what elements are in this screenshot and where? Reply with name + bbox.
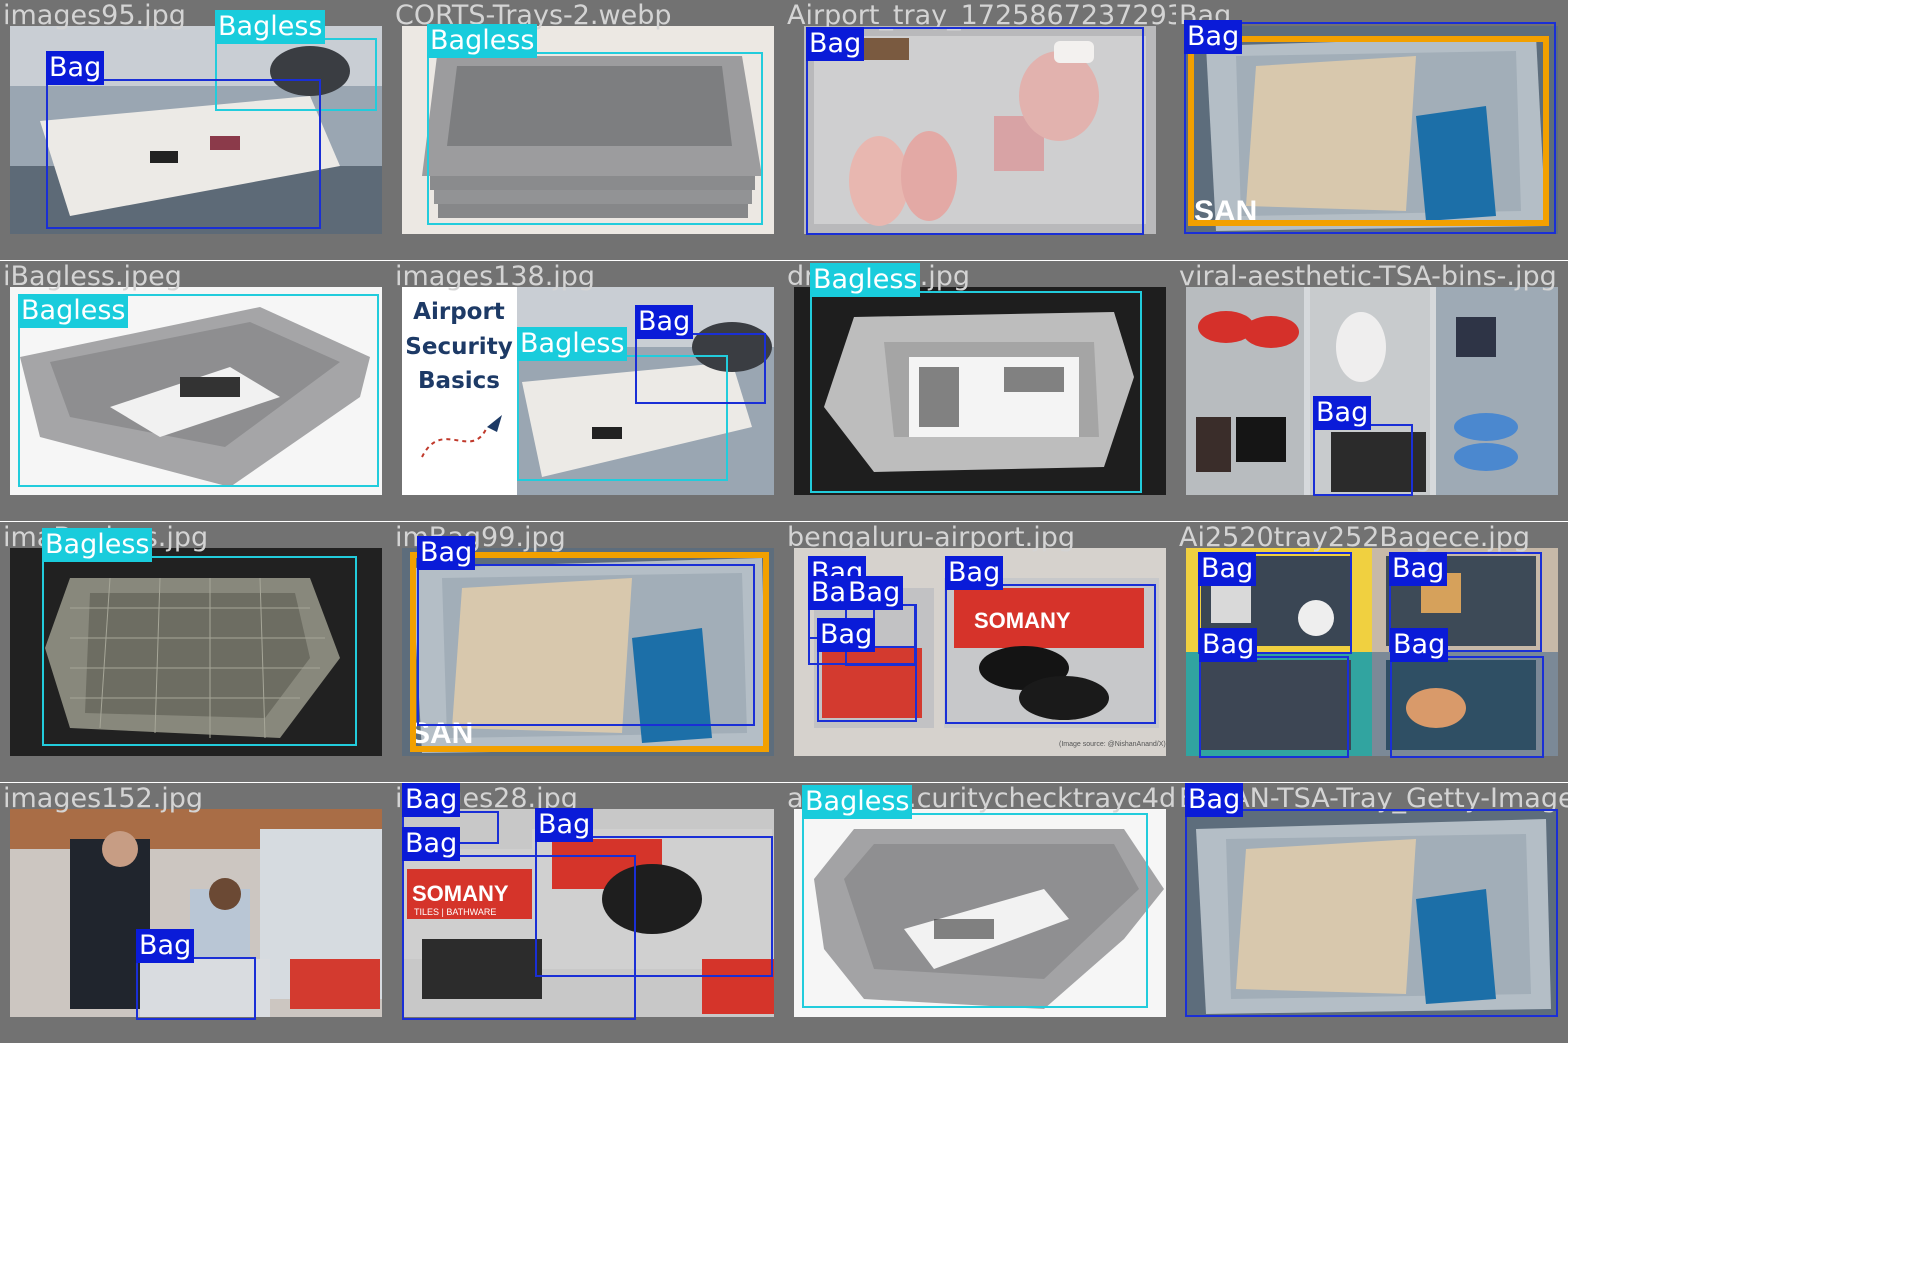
bagless-box[interactable]: Bagless	[18, 294, 379, 487]
bagless-label: Bagless	[427, 24, 538, 58]
bagless-label: Bagless	[810, 263, 921, 297]
bag-label: Bag	[46, 51, 105, 85]
bag-label: Bag	[945, 556, 1004, 590]
tile-3[interactable]: Airport_tray_1725867237293_1725867250924…	[784, 0, 1176, 260]
tile-6[interactable]: Airport Security Basics images138.jpg Ba…	[392, 261, 784, 521]
poster-line-1: Airport	[413, 299, 505, 325]
bag-box[interactable]: Bag	[945, 556, 1156, 724]
tile-15[interactable]: aBagless.curitychecktrayc4dmodel Bagless	[784, 783, 1176, 1043]
bag-box[interactable]: Bag	[1313, 396, 1413, 496]
bag-label: Bag	[817, 618, 876, 652]
bagless-label: Bagless	[42, 528, 153, 562]
tile-10[interactable]: SAN imBag99.jpg Bag	[392, 522, 784, 782]
bag-label: Bag	[1389, 552, 1448, 586]
bag-box[interactable]: Bag	[417, 536, 755, 726]
bag-label: Bag	[1390, 628, 1449, 662]
poster-line-3: Basics	[418, 368, 500, 394]
bag-label: Bag	[1184, 20, 1243, 54]
tile-8[interactable]: viral-aesthetic-TSA-bins-.jpg Bag	[1176, 261, 1568, 521]
bag-label: Bag	[402, 783, 461, 817]
bag-label: Bag	[1185, 783, 1244, 817]
poster-line-2: Security	[405, 334, 512, 360]
detection-grid: images95.jpg Bagless Bag CORTS-Trays-2.w…	[0, 0, 1920, 1280]
bag-label: Bag	[1199, 628, 1258, 662]
bag-box[interactable]: Bag	[1390, 628, 1544, 758]
bag-box[interactable]: Bag	[817, 618, 917, 722]
bag-label: Bag	[1313, 396, 1372, 430]
tile-11[interactable]: SOMANY (Image source: @NishanAnand/X) be…	[784, 522, 1176, 782]
bagless-box[interactable]: Bagless	[427, 24, 763, 225]
bag-label: Bag	[1198, 552, 1257, 586]
bag-label: Bag	[635, 305, 694, 339]
bag-box[interactable]: Bag	[635, 305, 766, 404]
bag-box[interactable]: Bag	[1185, 783, 1558, 1017]
tile-4[interactable]: SAN Bag Bag	[1176, 0, 1568, 260]
bagless-label: Bagless	[517, 327, 628, 361]
bag-box[interactable]: Bag	[806, 27, 1144, 235]
tile-1[interactable]: images95.jpg Bagless Bag	[0, 0, 392, 260]
tile-2[interactable]: CORTS-Trays-2.webp Bagless	[392, 0, 784, 260]
bag-box[interactable]: Bag	[46, 51, 321, 229]
bagless-label: Bagless	[215, 10, 326, 44]
tile-9[interactable]: imaBagless.jpg Bagless	[0, 522, 392, 782]
bag-box[interactable]: Bag	[1199, 628, 1349, 758]
bag-label: Bag	[417, 536, 476, 570]
tile-13[interactable]: images152.jpg Bag	[0, 783, 392, 1043]
bagless-box[interactable]: Bagless	[810, 263, 1142, 493]
bag-box[interactable]: Bag	[1184, 20, 1556, 234]
bagless-box[interactable]: Bagless	[42, 528, 357, 746]
tile-7[interactable]: drBagless.jpg Bagless	[784, 261, 1176, 521]
bag-label: Bag	[845, 576, 904, 610]
bag-label: Bag	[136, 929, 195, 963]
image-source-caption: (Image source: @NishanAnand/X)	[1059, 741, 1166, 748]
tile-5[interactable]: iBagless.jpeg Bagless	[0, 261, 392, 521]
tile-14[interactable]: SOMANY TILES | BATHWARE images28.jpg Bag…	[392, 783, 784, 1043]
bagless-label: Bagless	[802, 785, 913, 819]
bagless-box[interactable]: Bagless	[802, 785, 1148, 1008]
tile-12[interactable]: Ai2520tray252Bagece.jpg Bag Bag Bag Bag	[1176, 522, 1568, 782]
bagless-label: Bagless	[18, 294, 129, 328]
bag-label: Bag	[535, 808, 594, 842]
tile-16[interactable]: BagAN-TSA-Tray_Getty-Images Bag	[1176, 783, 1568, 1043]
bag-box[interactable]: Bag	[535, 808, 773, 977]
bag-box[interactable]: Bag	[136, 929, 256, 1020]
bag-label: Bag	[806, 27, 865, 61]
bag-label: Bag	[402, 827, 461, 861]
